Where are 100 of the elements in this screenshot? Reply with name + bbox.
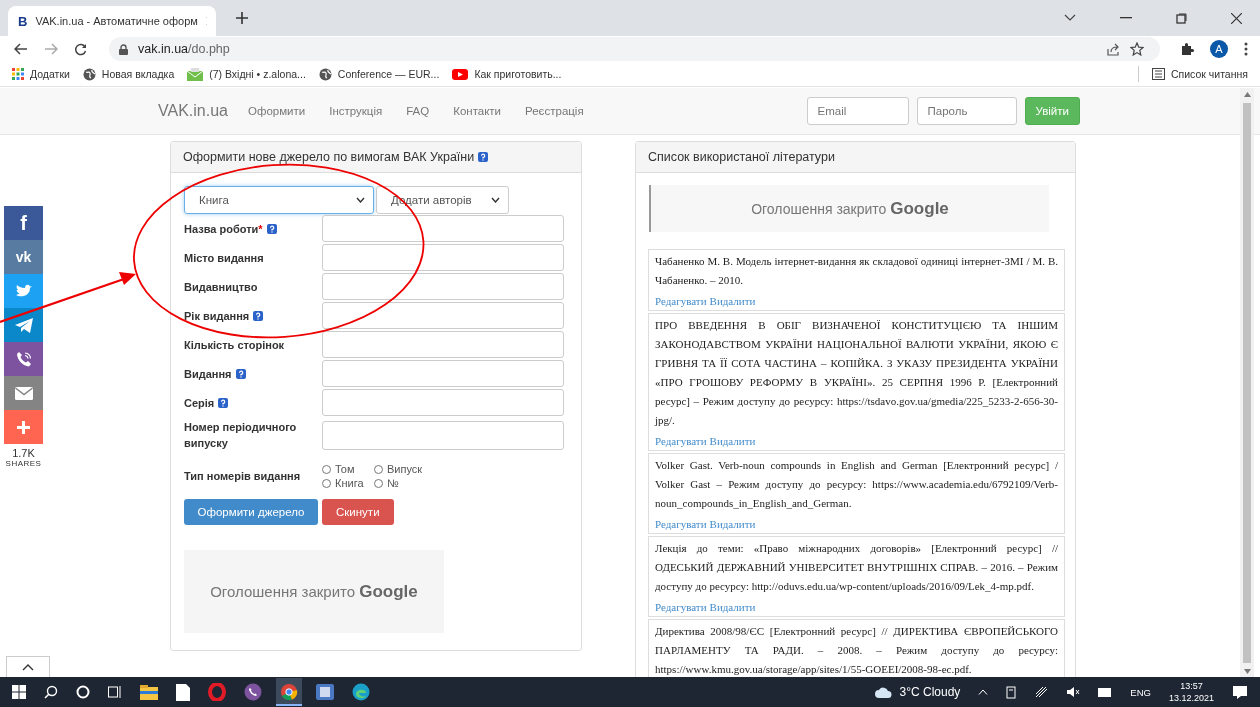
bookmark-label: Новая вкладка: [101, 68, 175, 80]
share-button[interactable]: [4, 274, 43, 308]
clock[interactable]: 13:57 13.12.2021: [1168, 680, 1214, 704]
task-view-icon[interactable]: [108, 685, 122, 699]
share-count: 1.7K: [12, 447, 35, 459]
device-icon[interactable]: [1006, 685, 1018, 699]
speaker-muted-icon[interactable]: [1066, 686, 1081, 698]
submit-button[interactable]: Оформити джерело: [184, 499, 318, 525]
share-button[interactable]: [4, 376, 43, 410]
text-field[interactable]: [322, 389, 564, 416]
radio-option[interactable]: Том: [322, 463, 374, 475]
edit-link[interactable]: Редагувати: [655, 515, 707, 533]
ring-icon[interactable]: [208, 683, 226, 701]
restore-icon[interactable]: [1176, 12, 1187, 24]
wave-icon[interactable]: [352, 683, 370, 701]
chevron-up-icon[interactable]: [978, 689, 989, 695]
help-icon[interactable]: [235, 368, 246, 379]
site-favicon: B: [18, 13, 28, 29]
scrollbar-thumb[interactable]: [1243, 103, 1251, 663]
text-field[interactable]: [322, 360, 564, 387]
text-field[interactable]: [322, 331, 564, 358]
field-label: Видання: [184, 366, 232, 382]
browser-tab[interactable]: B VAK.in.ua - Автоматичне оформ: [8, 6, 216, 36]
browser-icon[interactable]: [276, 678, 302, 706]
radio-option[interactable]: Випуск: [374, 463, 434, 475]
radio-button[interactable]: [322, 478, 331, 488]
scroll-up-arrow-icon[interactable]: [1243, 92, 1251, 97]
menu-icon[interactable]: [1244, 42, 1248, 56]
star-icon[interactable]: [1130, 42, 1144, 56]
text-field[interactable]: [322, 244, 564, 271]
back-arrow-icon[interactable]: [14, 43, 28, 55]
help-icon[interactable]: [218, 397, 229, 408]
delete-link[interactable]: Видалити: [709, 432, 756, 450]
nav-link[interactable]: Реєстрація: [525, 105, 584, 117]
site-brand[interactable]: VAK.in.ua: [158, 102, 228, 120]
password-field[interactable]: Пароль: [916, 97, 1017, 125]
reading-list-button[interactable]: Список читання: [1152, 68, 1248, 80]
help-icon[interactable]: [478, 152, 489, 162]
panel-title: Оформити нове джерело по вимогам ВАК України: [183, 150, 475, 164]
text-field[interactable]: [322, 215, 564, 242]
share-button[interactable]: vk: [4, 240, 43, 274]
share-icon[interactable]: [1106, 42, 1120, 56]
bookmark-item[interactable]: Новая вкладка: [82, 67, 175, 81]
email-field[interactable]: Email: [806, 97, 909, 125]
battery-icon[interactable]: [1098, 687, 1113, 697]
pen-icon[interactable]: [1035, 686, 1049, 698]
radio-option[interactable]: Книга: [322, 477, 374, 489]
edit-link[interactable]: Редагувати: [655, 432, 707, 450]
scroll-down-arrow-icon[interactable]: [1243, 669, 1251, 674]
document-app-icon[interactable]: [316, 684, 334, 700]
type-select[interactable]: Книга: [184, 186, 374, 214]
bookmark-label: Додатки: [30, 68, 70, 80]
bookmark-item[interactable]: Как приготовить...: [452, 68, 562, 80]
circle-icon[interactable]: [76, 685, 90, 699]
help-icon[interactable]: [266, 223, 277, 234]
profile-avatar[interactable]: A: [1210, 40, 1228, 58]
folder-icon[interactable]: [140, 684, 158, 700]
notification-icon[interactable]: [1232, 684, 1248, 700]
delete-link[interactable]: Видалити: [709, 598, 756, 616]
radio-button[interactable]: [374, 464, 383, 474]
share-button[interactable]: [4, 410, 43, 444]
chat-bubble-icon[interactable]: [244, 683, 262, 701]
new-tab-icon[interactable]: [236, 12, 248, 24]
edit-link[interactable]: Редагувати: [655, 292, 707, 310]
delete-link[interactable]: Видалити: [709, 515, 756, 533]
delete-link[interactable]: Видалити: [709, 292, 756, 310]
share-button[interactable]: [4, 342, 43, 376]
help-icon[interactable]: [253, 310, 264, 321]
share-button[interactable]: f: [4, 206, 43, 240]
minimize-icon[interactable]: [1120, 17, 1132, 19]
scrollbar[interactable]: [1240, 88, 1254, 678]
list-icon: [1152, 68, 1165, 80]
windows-logo-icon[interactable]: [12, 685, 26, 699]
radio-button[interactable]: [322, 464, 331, 474]
bookmark-item[interactable]: Conference — EUR...: [318, 67, 440, 81]
text-field[interactable]: [322, 420, 564, 450]
share-button[interactable]: [4, 308, 43, 342]
edit-link[interactable]: Редагувати: [655, 598, 707, 616]
bookmark-item[interactable]: Додатки: [12, 68, 70, 80]
nav-link[interactable]: Інструкція: [329, 105, 383, 117]
document-icon[interactable]: [176, 683, 190, 701]
nav-link[interactable]: Контакти: [453, 105, 502, 117]
weather-text[interactable]: 3°C Cloudy: [899, 685, 961, 699]
reset-button[interactable]: Скинути: [322, 499, 394, 525]
radio-option[interactable]: №: [374, 477, 434, 489]
nav-link[interactable]: FAQ: [406, 105, 430, 117]
address-bar[interactable]: vak.in.ua/do.php: [109, 37, 1160, 61]
chevron-down-icon[interactable]: [1064, 14, 1076, 22]
text-field[interactable]: [322, 273, 564, 300]
puzzle-icon[interactable]: [1180, 42, 1194, 56]
search-icon[interactable]: [44, 685, 58, 699]
close-icon[interactable]: [1231, 12, 1242, 24]
language-indicator[interactable]: ENG: [1130, 686, 1151, 698]
url-text: vak.in.ua/do.php: [138, 42, 230, 56]
nav-link[interactable]: Оформити: [247, 105, 306, 117]
radio-button[interactable]: [374, 478, 383, 488]
text-field[interactable]: [322, 302, 564, 329]
bookmark-item[interactable]: (7) Вхідні • z.alona...: [187, 67, 306, 81]
scroll-up-button[interactable]: [6, 656, 50, 678]
reload-icon[interactable]: [74, 42, 87, 56]
